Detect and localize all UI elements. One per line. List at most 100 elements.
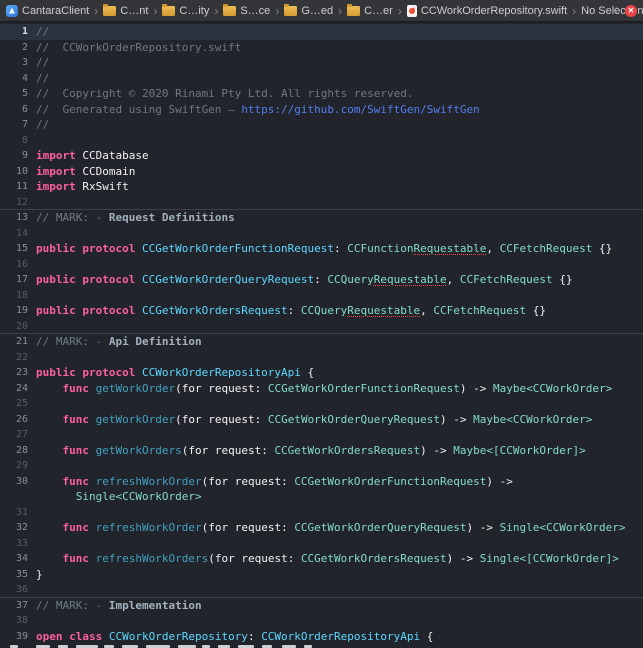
code-line[interactable]: 39open class CCWorkOrderRepository: CCWo… — [0, 629, 643, 645]
line-number[interactable]: 31 — [0, 505, 28, 521]
line-number[interactable]: 32 — [0, 520, 28, 536]
code-line[interactable]: 19public protocol CCGetWorkOrdersRequest… — [0, 303, 643, 319]
code-line[interactable]: 38 — [0, 613, 643, 629]
code-line[interactable]: 25 — [0, 396, 643, 412]
line-number[interactable]: 21 — [0, 334, 28, 350]
line-number[interactable]: 23 — [0, 365, 28, 381]
code-line[interactable]: Single<CCWorkOrder> — [0, 489, 643, 505]
code-token — [36, 490, 76, 503]
code-token: getWorkOrder — [96, 382, 175, 395]
code-line[interactable]: 31 — [0, 505, 643, 521]
line-number[interactable]: 22 — [0, 350, 28, 366]
line-number[interactable]: 7 — [0, 117, 28, 133]
line-number[interactable]: 25 — [0, 396, 28, 412]
line-number[interactable]: 1 — [0, 24, 28, 40]
line-number[interactable]: 8 — [0, 133, 28, 149]
code-line[interactable]: 21// MARK: - Api Definition — [0, 334, 643, 350]
code-token: : — [248, 630, 261, 643]
code-line[interactable]: 30 func refreshWorkOrder(for request: CC… — [0, 474, 643, 490]
line-number[interactable]: 30 — [0, 474, 28, 490]
line-number[interactable]: 18 — [0, 288, 28, 304]
code-line[interactable]: 28 func getWorkOrders(for request: CCGet… — [0, 443, 643, 459]
breadcrumb-item[interactable]: S…ce — [223, 5, 270, 17]
code-line[interactable]: 17public protocol CCGetWorkOrderQueryReq… — [0, 272, 643, 288]
error-badge[interactable]: ✕ — [625, 5, 637, 17]
breadcrumb-item[interactable]: CantaraClient — [6, 5, 89, 17]
code-line[interactable]: 1// — [0, 24, 643, 40]
line-number[interactable]: 11 — [0, 179, 28, 195]
line-number[interactable]: 10 — [0, 164, 28, 180]
code-line[interactable]: 20 — [0, 319, 643, 335]
code-line[interactable]: 24 func getWorkOrder(for request: CCGetW… — [0, 381, 643, 397]
line-number[interactable]: 15 — [0, 241, 28, 257]
code-line[interactable]: 36 — [0, 582, 643, 598]
code-line[interactable]: 23public protocol CCWorkOrderRepositoryA… — [0, 365, 643, 381]
breadcrumb-item[interactable]: G…ed — [284, 5, 333, 17]
line-number[interactable]: 33 — [0, 536, 28, 552]
code-line[interactable]: 37// MARK: - Implementation — [0, 598, 643, 614]
breadcrumb-item[interactable]: C…ity — [162, 5, 209, 17]
breadcrumb-label: G…ed — [301, 5, 333, 17]
code-token: ) -> — [420, 444, 453, 457]
code-line[interactable]: 22 — [0, 350, 643, 366]
code-line[interactable]: 16 — [0, 257, 643, 273]
chevron-separator-icon: › — [572, 5, 576, 17]
line-number[interactable]: 16 — [0, 257, 28, 273]
code-line[interactable]: 3// — [0, 55, 643, 71]
code-editor[interactable]: 1//2// CCWorkOrderRepository.swift3//4//… — [0, 22, 643, 648]
chevron-left-icon[interactable]: ‹ — [613, 2, 618, 17]
line-number[interactable]: 34 — [0, 551, 28, 567]
code-line[interactable]: 2// CCWorkOrderRepository.swift — [0, 40, 643, 56]
line-number[interactable]: 17 — [0, 272, 28, 288]
code-line[interactable]: 29 — [0, 458, 643, 474]
line-number[interactable]: 4 — [0, 71, 28, 87]
code-line[interactable]: 26 func getWorkOrder(for request: CCGetW… — [0, 412, 643, 428]
line-number[interactable]: 5 — [0, 86, 28, 102]
line-number[interactable]: 39 — [0, 629, 28, 645]
breadcrumb-item[interactable]: C…er — [347, 5, 393, 17]
code-line[interactable]: 10import CCDomain — [0, 164, 643, 180]
line-number[interactable]: 29 — [0, 458, 28, 474]
line-number[interactable]: 26 — [0, 412, 28, 428]
line-number[interactable]: 3 — [0, 55, 28, 71]
code-line[interactable]: 8 — [0, 133, 643, 149]
line-number[interactable]: 19 — [0, 303, 28, 319]
code-line[interactable]: 14 — [0, 226, 643, 242]
code-line[interactable]: 9import CCDatabase — [0, 148, 643, 164]
code-line[interactable]: 32 func refreshWorkOrder(for request: CC… — [0, 520, 643, 536]
code-line[interactable]: 7// — [0, 117, 643, 133]
line-number[interactable]: 13 — [0, 210, 28, 226]
code-line[interactable]: 27 — [0, 427, 643, 443]
line-number[interactable]: 35 — [0, 567, 28, 583]
line-number[interactable]: 2 — [0, 40, 28, 56]
breadcrumb-item[interactable]: C…nt — [103, 5, 148, 17]
line-number[interactable]: 37 — [0, 598, 28, 614]
line-number[interactable]: 36 — [0, 582, 28, 598]
line-number[interactable]: 20 — [0, 319, 28, 335]
code-line[interactable]: 35} — [0, 567, 643, 583]
code-line[interactable]: 15public protocol CCGetWorkOrderFunction… — [0, 241, 643, 257]
code-text: // Generated using SwiftGen — https://gi… — [36, 102, 643, 118]
line-number[interactable]: 28 — [0, 443, 28, 459]
code-line[interactable]: 4// — [0, 71, 643, 87]
code-line[interactable]: 33 — [0, 536, 643, 552]
breadcrumb-item[interactable]: CCWorkOrderRepository.swift — [407, 5, 567, 17]
line-number[interactable]: 24 — [0, 381, 28, 397]
line-number[interactable]: 27 — [0, 427, 28, 443]
line-number[interactable]: 14 — [0, 226, 28, 242]
code-text: // Copyright © 2020 Rinami Pty Ltd. All … — [36, 86, 643, 102]
code-line[interactable]: 5 // Copyright © 2020 Rinami Pty Ltd. All… — [0, 86, 643, 102]
code-line[interactable]: 18 — [0, 288, 643, 304]
code-token: CCGetWorkOrdersRequest — [274, 444, 420, 457]
line-number[interactable]: 9 — [0, 148, 28, 164]
line-number[interactable]: 6 — [0, 102, 28, 118]
code-line[interactable]: 13// MARK: - Request Definitions — [0, 210, 643, 226]
code-token: Single<CCWorkOrder> — [500, 521, 626, 534]
line-number[interactable] — [0, 489, 28, 505]
code-line[interactable]: 11import RxSwift — [0, 179, 643, 195]
code-line[interactable]: 6 // Generated using SwiftGen — https://g… — [0, 102, 643, 118]
code-line[interactable]: 34 func refreshWorkOrders(for request: C… — [0, 551, 643, 567]
line-number[interactable]: 38 — [0, 613, 28, 629]
code-line[interactable]: 12 — [0, 195, 643, 211]
line-number[interactable]: 12 — [0, 195, 28, 211]
